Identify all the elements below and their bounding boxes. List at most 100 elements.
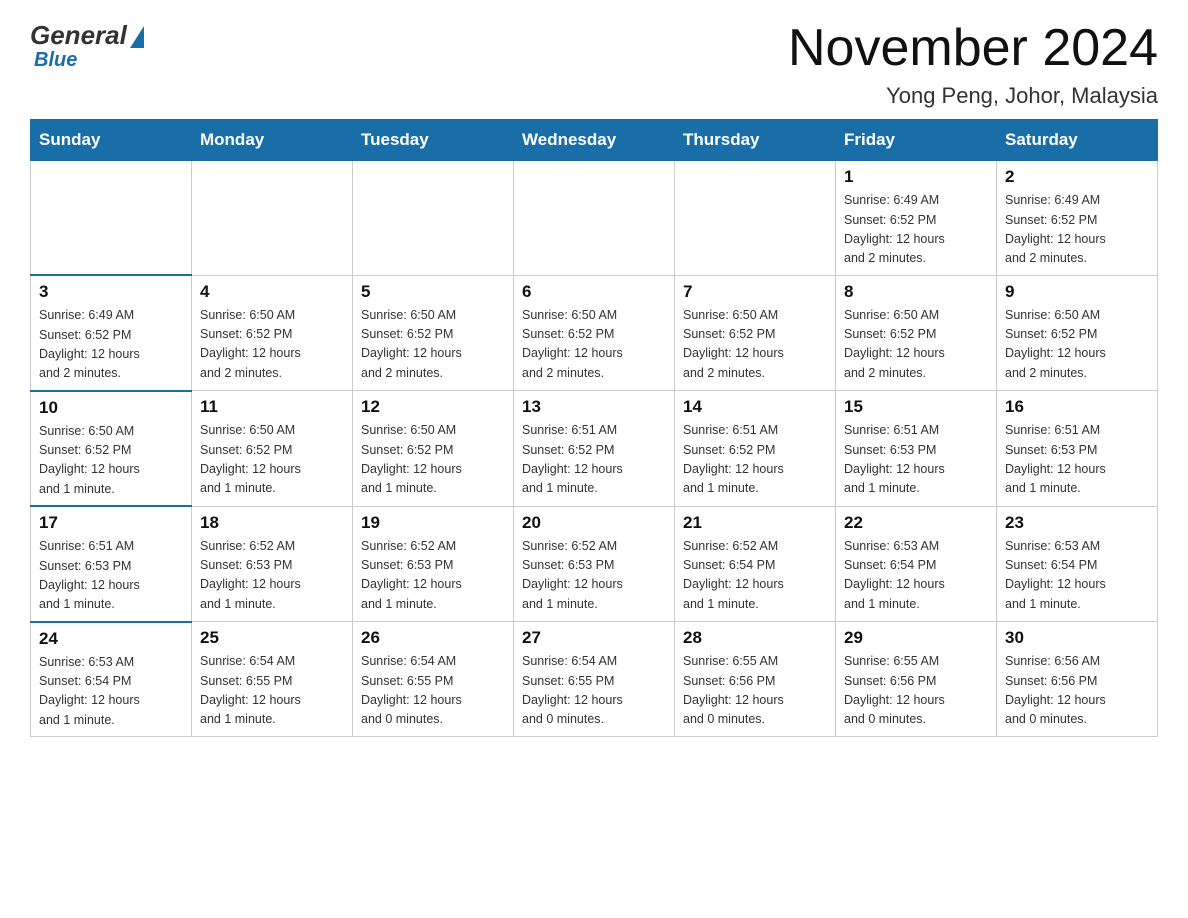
day-info: Sunrise: 6:54 AMSunset: 6:55 PMDaylight:… [200, 652, 344, 730]
calendar-cell: 2Sunrise: 6:49 AMSunset: 6:52 PMDaylight… [997, 161, 1158, 276]
calendar-cell: 4 Sunrise: 6:50 AMSunset: 6:52 PMDaylight… [192, 275, 353, 391]
day-info: Sunrise: 6:55 AMSunset: 6:56 PMDaylight:… [844, 652, 988, 730]
day-info: Sunrise: 6:51 AMSunset: 6:52 PMDaylight:… [683, 421, 827, 499]
calendar-cell: 29 Sunrise: 6:55 AMSunset: 6:56 PMDayligh… [836, 622, 997, 737]
day-number: 10 [39, 398, 183, 418]
calendar-cell: 10 Sunrise: 6:50 AMSunset: 6:52 PMDayligh… [31, 391, 192, 507]
day-number: 29 [844, 628, 988, 648]
day-info: Sunrise: 6:53 AMSunset: 6:54 PMDaylight:… [1005, 537, 1149, 615]
day-number: 8 [844, 282, 988, 302]
day-number: 11 [200, 397, 344, 417]
day-number: 18 [200, 513, 344, 533]
day-number: 16 [1005, 397, 1149, 417]
day-info: Sunrise: 6:49 AMSunset: 6:52 PMDaylight:… [844, 191, 988, 269]
calendar-cell [514, 161, 675, 276]
day-info: Sunrise: 6:49 AMSunset: 6:52 PMDaylight:… [1005, 191, 1149, 269]
day-info: Sunrise: 6:54 AMSunset: 6:55 PMDaylight:… [522, 652, 666, 730]
day-number: 6 [522, 282, 666, 302]
weekday-header-tuesday: Tuesday [353, 120, 514, 161]
day-number: 4 [200, 282, 344, 302]
logo-general-text: General [30, 20, 127, 51]
calendar-cell: 1Sunrise: 6:49 AMSunset: 6:52 PMDaylight… [836, 161, 997, 276]
calendar-cell: 14 Sunrise: 6:51 AMSunset: 6:52 PMDayligh… [675, 391, 836, 507]
calendar-cell: 24 Sunrise: 6:53 AMSunset: 6:54 PMDayligh… [31, 622, 192, 737]
calendar-cell: 3 Sunrise: 6:49 AMSunset: 6:52 PMDaylight… [31, 275, 192, 391]
day-number: 23 [1005, 513, 1149, 533]
calendar-week-row: 3 Sunrise: 6:49 AMSunset: 6:52 PMDaylight… [31, 275, 1158, 391]
day-number: 13 [522, 397, 666, 417]
calendar-cell: 20Sunrise: 6:52 AMSunset: 6:53 PMDayligh… [514, 506, 675, 622]
day-number: 14 [683, 397, 827, 417]
calendar-week-row: 17Sunrise: 6:51 AMSunset: 6:53 PMDayligh… [31, 506, 1158, 622]
calendar-week-row: 10 Sunrise: 6:50 AMSunset: 6:52 PMDayligh… [31, 391, 1158, 507]
day-info: Sunrise: 6:55 AMSunset: 6:56 PMDaylight:… [683, 652, 827, 730]
day-number: 7 [683, 282, 827, 302]
day-info: Sunrise: 6:50 AMSunset: 6:52 PMDaylight:… [844, 306, 988, 384]
calendar-cell [675, 161, 836, 276]
calendar-cell: 17Sunrise: 6:51 AMSunset: 6:53 PMDayligh… [31, 506, 192, 622]
calendar-cell: 30Sunrise: 6:56 AMSunset: 6:56 PMDayligh… [997, 622, 1158, 737]
calendar-cell [192, 161, 353, 276]
day-number: 21 [683, 513, 827, 533]
calendar-cell: 9Sunrise: 6:50 AMSunset: 6:52 PMDaylight… [997, 275, 1158, 391]
calendar-cell [31, 161, 192, 276]
calendar-cell: 6 Sunrise: 6:50 AMSunset: 6:52 PMDaylight… [514, 275, 675, 391]
calendar-cell: 5 Sunrise: 6:50 AMSunset: 6:52 PMDaylight… [353, 275, 514, 391]
day-number: 5 [361, 282, 505, 302]
day-number: 12 [361, 397, 505, 417]
day-number: 9 [1005, 282, 1149, 302]
calendar-subtitle: Yong Peng, Johor, Malaysia [788, 83, 1158, 109]
calendar-cell: 18Sunrise: 6:52 AMSunset: 6:53 PMDayligh… [192, 506, 353, 622]
weekday-header-monday: Monday [192, 120, 353, 161]
weekday-header-sunday: Sunday [31, 120, 192, 161]
calendar-cell: 25 Sunrise: 6:54 AMSunset: 6:55 PMDayligh… [192, 622, 353, 737]
calendar-cell: 19 Sunrise: 6:52 AMSunset: 6:53 PMDayligh… [353, 506, 514, 622]
day-number: 17 [39, 513, 183, 533]
day-number: 27 [522, 628, 666, 648]
calendar-cell: 28Sunrise: 6:55 AMSunset: 6:56 PMDayligh… [675, 622, 836, 737]
day-number: 25 [200, 628, 344, 648]
day-info: Sunrise: 6:50 AMSunset: 6:52 PMDaylight:… [200, 421, 344, 499]
calendar-table: SundayMondayTuesdayWednesdayThursdayFrid… [30, 119, 1158, 737]
calendar-cell: 13 Sunrise: 6:51 AMSunset: 6:52 PMDayligh… [514, 391, 675, 507]
weekday-header-thursday: Thursday [675, 120, 836, 161]
day-info: Sunrise: 6:50 AMSunset: 6:52 PMDaylight:… [522, 306, 666, 384]
day-info: Sunrise: 6:52 AMSunset: 6:53 PMDaylight:… [361, 537, 505, 615]
day-number: 26 [361, 628, 505, 648]
day-number: 3 [39, 282, 183, 302]
day-info: Sunrise: 6:53 AMSunset: 6:54 PMDaylight:… [39, 653, 183, 731]
day-info: Sunrise: 6:56 AMSunset: 6:56 PMDaylight:… [1005, 652, 1149, 730]
calendar-title: November 2024 [788, 20, 1158, 77]
calendar-cell: 12 Sunrise: 6:50 AMSunset: 6:52 PMDayligh… [353, 391, 514, 507]
weekday-header-row: SundayMondayTuesdayWednesdayThursdayFrid… [31, 120, 1158, 161]
calendar-cell: 23 Sunrise: 6:53 AMSunset: 6:54 PMDayligh… [997, 506, 1158, 622]
day-info: Sunrise: 6:50 AMSunset: 6:52 PMDaylight:… [361, 306, 505, 384]
calendar-cell: 22 Sunrise: 6:53 AMSunset: 6:54 PMDayligh… [836, 506, 997, 622]
day-info: Sunrise: 6:52 AMSunset: 6:54 PMDaylight:… [683, 537, 827, 615]
calendar-cell: 26 Sunrise: 6:54 AMSunset: 6:55 PMDayligh… [353, 622, 514, 737]
calendar-cell: 8 Sunrise: 6:50 AMSunset: 6:52 PMDaylight… [836, 275, 997, 391]
day-info: Sunrise: 6:54 AMSunset: 6:55 PMDaylight:… [361, 652, 505, 730]
day-info: Sunrise: 6:49 AMSunset: 6:52 PMDaylight:… [39, 306, 183, 384]
calendar-cell: 27 Sunrise: 6:54 AMSunset: 6:55 PMDayligh… [514, 622, 675, 737]
title-block: November 2024 Yong Peng, Johor, Malaysia [788, 20, 1158, 109]
calendar-cell [353, 161, 514, 276]
day-info: Sunrise: 6:51 AMSunset: 6:52 PMDaylight:… [522, 421, 666, 499]
day-info: Sunrise: 6:50 AMSunset: 6:52 PMDaylight:… [200, 306, 344, 384]
calendar-cell: 15Sunrise: 6:51 AMSunset: 6:53 PMDayligh… [836, 391, 997, 507]
day-number: 19 [361, 513, 505, 533]
logo: General Blue [30, 20, 144, 72]
weekday-header-friday: Friday [836, 120, 997, 161]
weekday-header-saturday: Saturday [997, 120, 1158, 161]
day-info: Sunrise: 6:53 AMSunset: 6:54 PMDaylight:… [844, 537, 988, 615]
page-header: General Blue November 2024 Yong Peng, Jo… [30, 20, 1158, 109]
calendar-cell: 7Sunrise: 6:50 AMSunset: 6:52 PMDaylight… [675, 275, 836, 391]
day-number: 24 [39, 629, 183, 649]
calendar-week-row: 1Sunrise: 6:49 AMSunset: 6:52 PMDaylight… [31, 161, 1158, 276]
day-number: 22 [844, 513, 988, 533]
calendar-cell: 11 Sunrise: 6:50 AMSunset: 6:52 PMDayligh… [192, 391, 353, 507]
calendar-cell: 16Sunrise: 6:51 AMSunset: 6:53 PMDayligh… [997, 391, 1158, 507]
day-info: Sunrise: 6:50 AMSunset: 6:52 PMDaylight:… [361, 421, 505, 499]
day-info: Sunrise: 6:52 AMSunset: 6:53 PMDaylight:… [522, 537, 666, 615]
day-info: Sunrise: 6:50 AMSunset: 6:52 PMDaylight:… [39, 422, 183, 500]
